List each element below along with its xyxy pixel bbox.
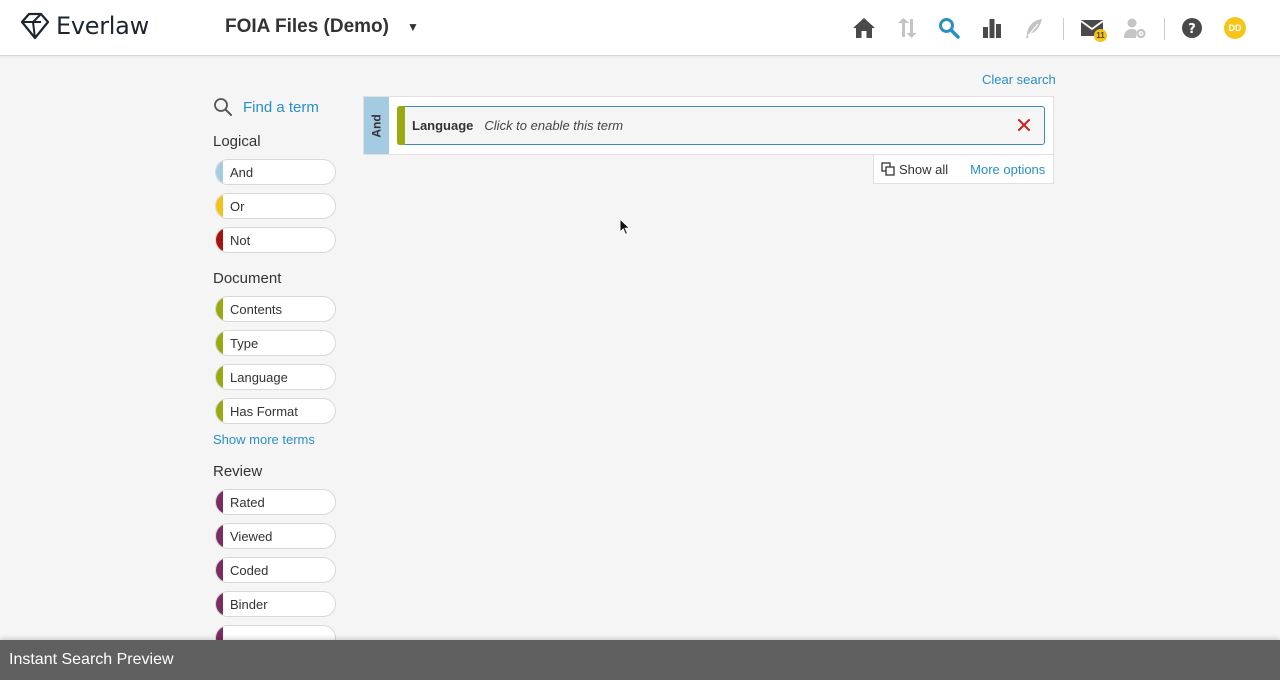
nav-separator	[1164, 18, 1165, 40]
term-hint: Click to enable this term	[484, 118, 624, 133]
term-viewed[interactable]: Viewed	[215, 523, 336, 549]
term-rated[interactable]: Rated	[215, 489, 336, 515]
show-more-terms-link[interactable]: Show more terms	[213, 432, 338, 447]
instant-search-preview-bar[interactable]: Instant Search Preview	[0, 640, 1280, 680]
user-menu-button[interactable]: DD	[1221, 14, 1249, 42]
project-name: FOIA Files (Demo)	[225, 16, 389, 37]
term-color-bar	[216, 331, 223, 355]
term-not[interactable]: Not	[215, 227, 336, 253]
find-term-button[interactable]: Find a term	[213, 95, 338, 119]
messages-button[interactable]: 11	[1078, 14, 1107, 42]
section-title-document: Document	[213, 270, 282, 287]
term-label: Not	[230, 232, 251, 248]
clear-search-link[interactable]: Clear search	[982, 72, 1056, 87]
and-group-tab[interactable]: And	[364, 97, 389, 154]
term-label: Or	[230, 198, 245, 214]
term-contents[interactable]: Contents	[215, 296, 336, 322]
help-button[interactable]: ?	[1178, 14, 1206, 42]
term-color-bar	[216, 194, 223, 218]
term-coded[interactable]: Coded	[215, 557, 336, 583]
analytics-button[interactable]	[978, 14, 1006, 42]
show-all-label: Show all	[899, 161, 949, 177]
section-title-logical: Logical	[213, 133, 261, 150]
help-icon: ?	[1182, 18, 1202, 38]
home-button[interactable]	[850, 14, 878, 42]
message-count-badge: 11	[1094, 29, 1107, 42]
svg-text:?: ?	[1188, 22, 1196, 37]
find-term-label: Find a term	[243, 98, 319, 116]
term-and[interactable]: And	[215, 159, 336, 185]
term-language[interactable]: Language	[215, 364, 336, 390]
nav-separator	[1063, 18, 1064, 40]
term-name: Language	[412, 118, 474, 133]
term-color-bar	[216, 399, 223, 423]
feather-icon	[1026, 19, 1042, 38]
term-binder[interactable]: Binder	[215, 591, 336, 617]
mouse-cursor-icon	[619, 217, 631, 241]
term-color-bar	[216, 160, 223, 184]
section-title-review: Review	[213, 463, 263, 480]
term-label: Type	[230, 335, 259, 351]
project-selector[interactable]: FOIA Files (Demo) ▼	[225, 16, 419, 38]
show-all-button[interactable]: Show all	[881, 162, 948, 177]
home-icon	[853, 18, 875, 38]
term-label: Rated	[230, 494, 265, 510]
term-color-bar	[397, 106, 405, 145]
term-label: Viewed	[230, 528, 273, 544]
search-nav-button[interactable]	[935, 14, 963, 42]
and-group-label: And	[369, 113, 384, 138]
transfer-button[interactable]	[892, 14, 920, 42]
term-color-bar	[216, 297, 223, 321]
term-type[interactable]: Type	[215, 330, 336, 356]
everlaw-logo[interactable]: Everlaw	[20, 12, 149, 40]
caret-down-icon: ▼	[406, 20, 419, 34]
term-color-bar	[216, 490, 223, 514]
term-or[interactable]: Or	[215, 193, 336, 219]
term-label: Contents	[230, 301, 283, 317]
term-label: Coded	[230, 562, 269, 578]
logo-text: Everlaw	[56, 12, 149, 40]
search-icon	[939, 18, 960, 39]
search-icon	[214, 98, 232, 116]
admin-button[interactable]	[1121, 14, 1149, 42]
top-header: Everlaw FOIA Files (Demo) ▼ 11 ? DD	[0, 0, 1280, 56]
everlaw-logo-icon	[20, 12, 50, 40]
search-terms-sidebar: Find a term Logical And Or Not Document …	[213, 95, 338, 651]
storybuilder-button[interactable]	[1020, 14, 1048, 42]
term-color-bar	[216, 365, 223, 389]
term-label: And	[230, 164, 254, 180]
term-label: Has Format	[230, 403, 298, 419]
more-options-link[interactable]: More options	[970, 162, 1045, 177]
search-options-bar: Show all More options	[873, 155, 1054, 184]
avatar: DD	[1224, 17, 1246, 39]
search-query-box: And Language Click to enable this term	[363, 96, 1054, 155]
instant-search-preview-label: Instant Search Preview	[9, 651, 174, 668]
term-color-bar	[216, 558, 223, 582]
language-term-row[interactable]: Language Click to enable this term	[397, 106, 1045, 145]
bar-chart-icon	[983, 19, 1001, 38]
remove-term-button[interactable]	[1017, 118, 1031, 137]
sort-arrows-icon	[898, 18, 917, 38]
user-settings-icon	[1124, 18, 1146, 39]
term-has-format[interactable]: Has Format	[215, 398, 336, 424]
term-label: Binder	[230, 596, 268, 612]
term-color-bar	[216, 524, 223, 548]
close-icon	[1018, 119, 1030, 131]
term-color-bar	[216, 592, 223, 616]
term-color-bar	[216, 228, 223, 252]
term-label: Language	[230, 369, 288, 385]
copy-icon	[881, 162, 895, 176]
